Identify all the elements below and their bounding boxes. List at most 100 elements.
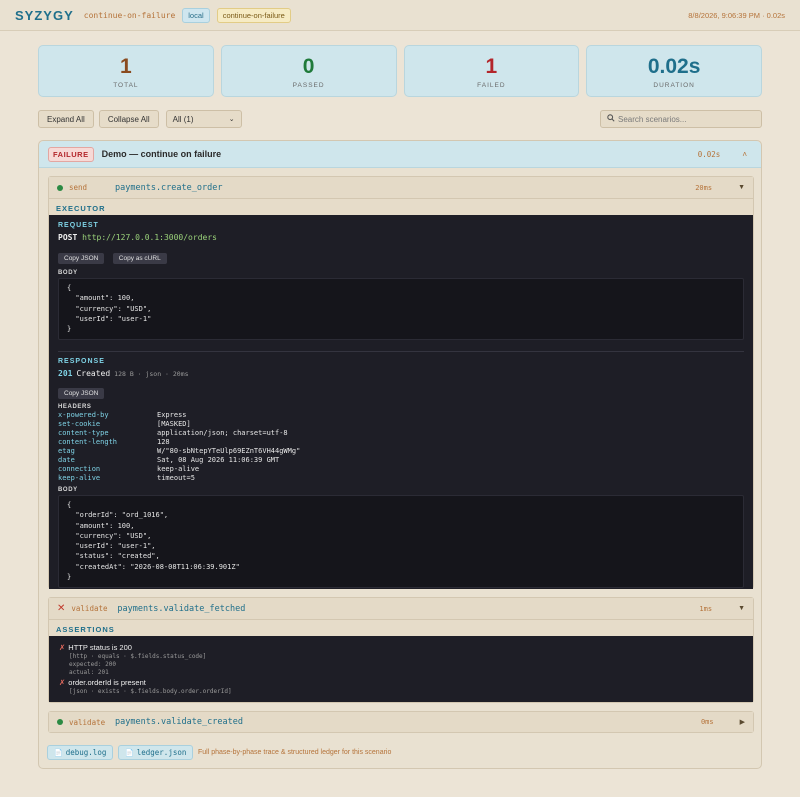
scenario-header[interactable]: FAILURE Demo — continue on failure 0.02s… [39, 141, 761, 168]
expand-caret-icon[interactable]: ▼ [738, 184, 745, 191]
filter-select[interactable]: All (1) ⌄ [165, 110, 242, 128]
debug-log-link[interactable]: 📄 debug.log [47, 745, 114, 760]
step-name: payments.validate_created [115, 717, 243, 727]
assertions-panel: ✗ HTTP status is 200 [http · equals · $.f… [49, 636, 753, 702]
divider [58, 351, 744, 352]
header-key: set-cookie [58, 420, 101, 428]
toolbar: Expand All Collapse All All (1) ⌄ Search… [38, 110, 762, 128]
step-create-order: send payments.create_order 20ms ▼ EXECUT… [48, 176, 754, 589]
suite-name: continue-on-failure [83, 10, 176, 20]
headers-table: x-powered-by Express set-cookie [MASKED] c… [58, 411, 744, 483]
expand-caret-icon[interactable]: ▼ [738, 605, 745, 612]
header-value: W/"80-sbNtepYTeUlp69EZnT6VH44gWMg" [157, 447, 301, 455]
step-validate-fetched: ✕ validate payments.validate_fetched 1ms… [48, 597, 754, 703]
response-status-text: Created [76, 369, 111, 378]
fail-mark-icon: ✗ [59, 643, 66, 652]
copy-json-button[interactable]: Copy JSON [58, 388, 105, 399]
header-key: content-length [58, 438, 118, 446]
search-input[interactable]: Search scenarios... [600, 110, 762, 128]
header-row: keep-alive timeout=5 [58, 474, 744, 483]
header-key: keep-alive [58, 474, 101, 482]
request-body-label: BODY [58, 270, 78, 276]
step-phase: validate [71, 604, 108, 613]
filter-select-value: All (1) [172, 114, 194, 124]
assertion-title: order.orderId is present [68, 678, 146, 688]
stat-failed-label: FAILED [477, 82, 506, 89]
response-meta: 128 B · json · 20ms [114, 370, 189, 378]
step-phase: validate [69, 717, 106, 727]
scenario-duration: 0.02s [697, 149, 721, 159]
response-actions: Copy JSON [58, 382, 744, 400]
step-header[interactable]: validate payments.validate_created 0ms ▶ [49, 712, 753, 732]
header-row: date Sat, 08 Aug 2026 11:06:39 GMT [58, 456, 744, 465]
expand-caret-icon[interactable]: ▶ [740, 718, 745, 726]
suite-tag: continue-on-failure [216, 7, 291, 23]
header-row: x-powered-by Express [58, 411, 744, 420]
executor-panel: REQUEST POST http://127.0.0.1:3000/order… [49, 215, 753, 589]
stat-failed: 1 FAILED [403, 45, 580, 97]
assertion-detail: [json · exists · $.fields.body.order.ord… [69, 688, 232, 696]
assertion-detail: [http · equals · $.fields.status_code] e… [69, 653, 207, 676]
footer-note: Full phase-by-phase trace & structured l… [198, 749, 392, 756]
response-body-label: BODY [58, 487, 78, 493]
stat-total-label: TOTAL [113, 82, 139, 89]
assertion-title: HTTP status is 200 [68, 643, 132, 652]
status-badge: FAILURE [48, 146, 94, 162]
step-duration: 20ms [695, 183, 713, 192]
summary-stats: 1 TOTAL 0 PASSED 1 FAILED 0.02s DURATION [38, 45, 762, 97]
collapse-all-button[interactable]: Collapse All [98, 110, 159, 128]
assertion-item: ✗ HTTP status is 200 [http · equals · $.f… [59, 643, 743, 676]
search-placeholder: Search scenarios... [618, 114, 687, 124]
request-body-code: { "amount": 100, "currency": "USD", "use… [58, 278, 744, 340]
header-value: Express [157, 411, 187, 419]
header-key: content-type [58, 429, 109, 437]
expand-all-button[interactable]: Expand All [38, 110, 94, 128]
pass-status-icon [57, 184, 63, 191]
copy-json-button[interactable]: Copy JSON [58, 253, 105, 264]
header-value: application/json; charset=utf-8 [157, 429, 288, 437]
header-value: 128 [157, 438, 170, 446]
fail-mark-icon: ✗ [59, 678, 66, 688]
assertion-item: ✗ order.orderId is present [json · exists… [59, 678, 743, 696]
response-status-line: 201 Created 128 B · json · 20ms [58, 369, 744, 378]
response-label: RESPONSE [58, 358, 105, 365]
step-validate-created: validate payments.validate_created 0ms ▶ [48, 711, 754, 733]
headers-label: HEADERS [58, 404, 92, 410]
stat-passed-label: PASSED [292, 82, 325, 89]
stat-duration: 0.02s DURATION [586, 45, 762, 97]
stat-duration-value: 0.02s [647, 55, 701, 78]
stat-total-value: 1 [120, 55, 132, 78]
header-row: set-cookie [MASKED] [58, 420, 744, 429]
file-icon: 📄 [54, 748, 63, 757]
env-tag: local [182, 7, 210, 23]
response-status-code: 201 [58, 369, 73, 378]
header-key: x-powered-by [58, 411, 109, 419]
ledger-link[interactable]: 📄 ledger.json [118, 745, 194, 760]
step-name: payments.create_order [115, 182, 223, 193]
request-method: POST [58, 233, 78, 242]
request-url: http://127.0.0.1:3000/orders [82, 233, 217, 242]
stat-failed-value: 1 [485, 55, 498, 78]
response-body-code: { "orderId": "ord_1016", "amount": 100, … [58, 495, 744, 588]
stat-passed: 0 PASSED [220, 45, 397, 97]
step-header[interactable]: ✕ validate payments.validate_fetched 1ms… [49, 598, 753, 620]
step-duration: 1ms [699, 604, 713, 613]
pass-status-icon [57, 719, 63, 725]
header-key: connection [58, 465, 101, 473]
search-icon [607, 114, 615, 124]
header-key: etag [58, 447, 75, 455]
step-name: payments.validate_fetched [117, 603, 246, 614]
step-duration: 0ms [700, 718, 714, 726]
brand-logo[interactable]: SYZYGY [15, 8, 74, 23]
stat-duration-label: DURATION [653, 82, 695, 89]
header-key: date [58, 456, 75, 464]
request-actions: Copy JSON Copy as cURL [58, 247, 744, 265]
copy-curl-button[interactable]: Copy as cURL [112, 253, 167, 264]
scenario-title: Demo — continue on failure [101, 149, 222, 159]
collapse-caret-icon[interactable]: ˄ [742, 150, 747, 159]
stat-total: 1 TOTAL [38, 45, 214, 97]
step-header[interactable]: send payments.create_order 20ms ▼ [49, 177, 753, 199]
debug-log-label: debug.log [65, 748, 107, 757]
header-value: keep-alive [157, 465, 200, 473]
header-row: connection keep-alive [58, 465, 744, 474]
